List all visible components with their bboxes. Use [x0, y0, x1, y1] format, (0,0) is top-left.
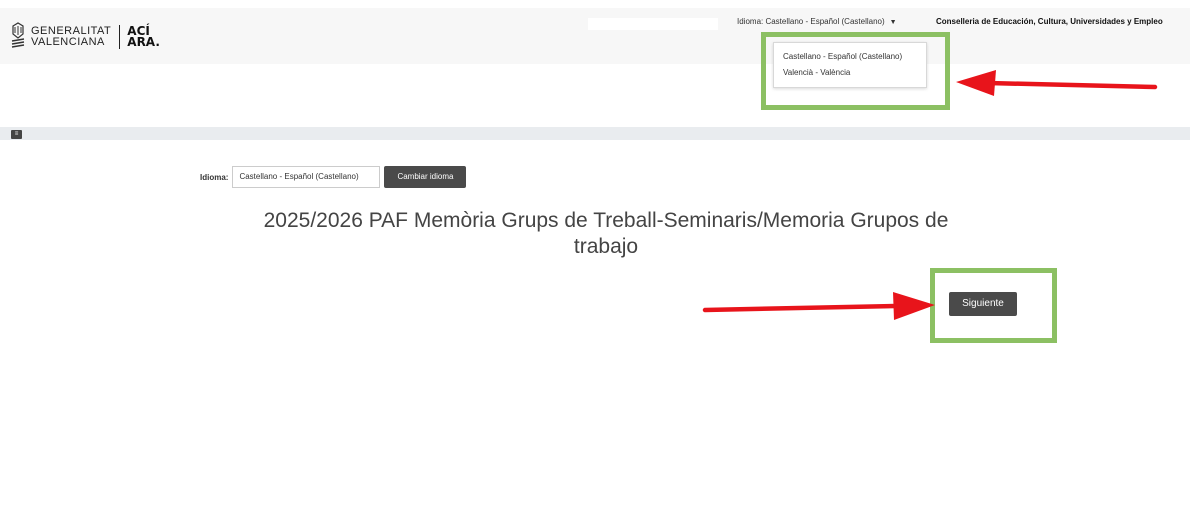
ara-text: ARA.: [127, 35, 160, 49]
logo-name: GENERALITAT VALENCIANA: [31, 26, 111, 48]
logo-line2: VALENCIANA: [31, 36, 105, 48]
change-language-button[interactable]: Cambiar idioma: [384, 166, 467, 188]
arrow-to-next-button: [702, 292, 935, 320]
language-form: Idioma: Castellano - Español (Castellano…: [200, 166, 467, 188]
logo-divider: [119, 25, 121, 49]
generalitat-logo[interactable]: GENERALITAT VALENCIANA ACÍ ARA.: [10, 22, 160, 52]
caret-down-icon: ▼: [889, 19, 897, 26]
next-button[interactable]: Siguiente: [949, 292, 1017, 316]
aci-ara-logo: ACÍ ARA.: [127, 25, 160, 49]
language-menu-toggle[interactable]: Idioma: Castellano - Español (Castellano…: [737, 17, 897, 26]
highlight-box-language: [761, 32, 950, 110]
arrow-to-language-menu: [956, 70, 1158, 96]
toggle-icon[interactable]: ≡: [11, 130, 22, 139]
language-menu-label: Idioma: Castellano - Español (Castellano…: [737, 17, 885, 26]
department-name: Conselleria de Educación, Cultura, Unive…: [936, 17, 1163, 26]
language-select[interactable]: Castellano - Español (Castellano): [232, 166, 381, 188]
page-title-line1: 2025/2026 PAF Memòria Grups de Treball-S…: [263, 209, 949, 232]
toolbar-band: [0, 127, 1190, 140]
page-title-line2: trabajo: [573, 235, 639, 258]
header-blank-field: [588, 18, 718, 30]
language-form-label: Idioma:: [200, 172, 229, 182]
page-title: 2025/2026 PAF Memòria Grups de Treball-S…: [206, 208, 1006, 260]
crest-icon: [11, 22, 25, 48]
